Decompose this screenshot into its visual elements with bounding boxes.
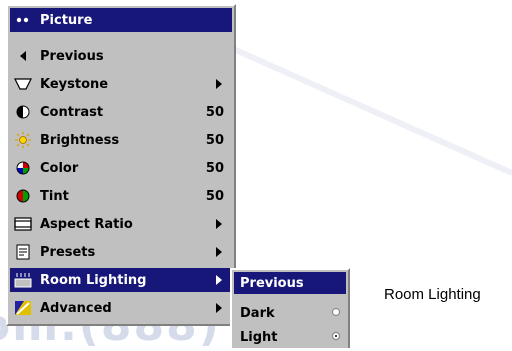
- chevron-right-icon: [216, 275, 222, 285]
- aspect-ratio-icon: [12, 212, 34, 236]
- menu-item-label: Previous: [40, 48, 104, 64]
- keystone-icon: [12, 72, 34, 96]
- caption-label: Room Lighting: [384, 286, 481, 303]
- menu-item-value: 50: [205, 188, 224, 204]
- menu-item-tint[interactable]: Tint 50: [10, 184, 232, 208]
- menu-item-label: Room Lighting: [40, 272, 147, 288]
- room-lighting-icon: [12, 268, 34, 292]
- menu-item-label: Presets: [40, 244, 96, 260]
- menu-item-label: Tint: [40, 188, 69, 204]
- menu-item-value: 50: [205, 104, 224, 120]
- menu-item-contrast[interactable]: Contrast 50: [10, 100, 232, 124]
- chevron-right-icon: [216, 219, 222, 229]
- menu-item-label: Brightness: [40, 132, 120, 148]
- chevron-right-icon: [216, 247, 222, 257]
- menu-item-aspect-ratio[interactable]: Aspect Ratio: [10, 212, 232, 236]
- room-lighting-submenu: Previous Dark Light: [230, 268, 350, 348]
- menu-item-value: 50: [205, 132, 224, 148]
- menu-item-label: Advanced: [40, 300, 112, 316]
- chevron-right-icon: [216, 303, 222, 313]
- submenu-item-previous[interactable]: Previous: [234, 272, 346, 294]
- menu-title[interactable]: Picture: [10, 8, 232, 32]
- sun-icon: [12, 128, 34, 152]
- menu-item-label: Aspect Ratio: [40, 216, 133, 232]
- menu-item-keystone[interactable]: Keystone: [10, 72, 232, 96]
- menu-item-room-lighting[interactable]: Room Lighting: [10, 268, 232, 292]
- submenu-item-label: Previous: [240, 275, 304, 291]
- submenu-item-dark[interactable]: Dark: [234, 302, 346, 324]
- menu-item-brightness[interactable]: Brightness 50: [10, 128, 232, 152]
- advanced-icon: [12, 296, 34, 320]
- menu-item-presets[interactable]: Presets: [10, 240, 232, 264]
- chevron-right-icon: [216, 79, 222, 89]
- submenu-item-label: Light: [240, 329, 278, 345]
- menu-item-value: 50: [205, 160, 224, 176]
- submenu-item-light[interactable]: Light: [234, 326, 346, 348]
- tint-icon: [12, 184, 34, 208]
- color-wheel-icon: [12, 156, 34, 180]
- menu-item-label: Keystone: [40, 76, 109, 92]
- submenu-item-label: Dark: [240, 305, 275, 321]
- watermark-stripe: [218, 40, 512, 176]
- radio-button[interactable]: [332, 308, 340, 316]
- menu-title-label: Picture: [40, 12, 93, 28]
- menu-item-advanced[interactable]: Advanced: [10, 296, 232, 320]
- dots-icon: [12, 8, 34, 32]
- contrast-icon: [12, 100, 34, 124]
- menu-item-label: Color: [40, 160, 79, 176]
- menu-item-previous[interactable]: Previous: [10, 44, 232, 68]
- radio-button-selected[interactable]: [332, 332, 340, 340]
- left-arrow-icon: [12, 44, 34, 68]
- picture-menu: Picture Previous Keystone Contrast 50 Br…: [6, 4, 236, 326]
- menu-item-color[interactable]: Color 50: [10, 156, 232, 180]
- menu-item-label: Contrast: [40, 104, 104, 120]
- presets-icon: [12, 240, 34, 264]
